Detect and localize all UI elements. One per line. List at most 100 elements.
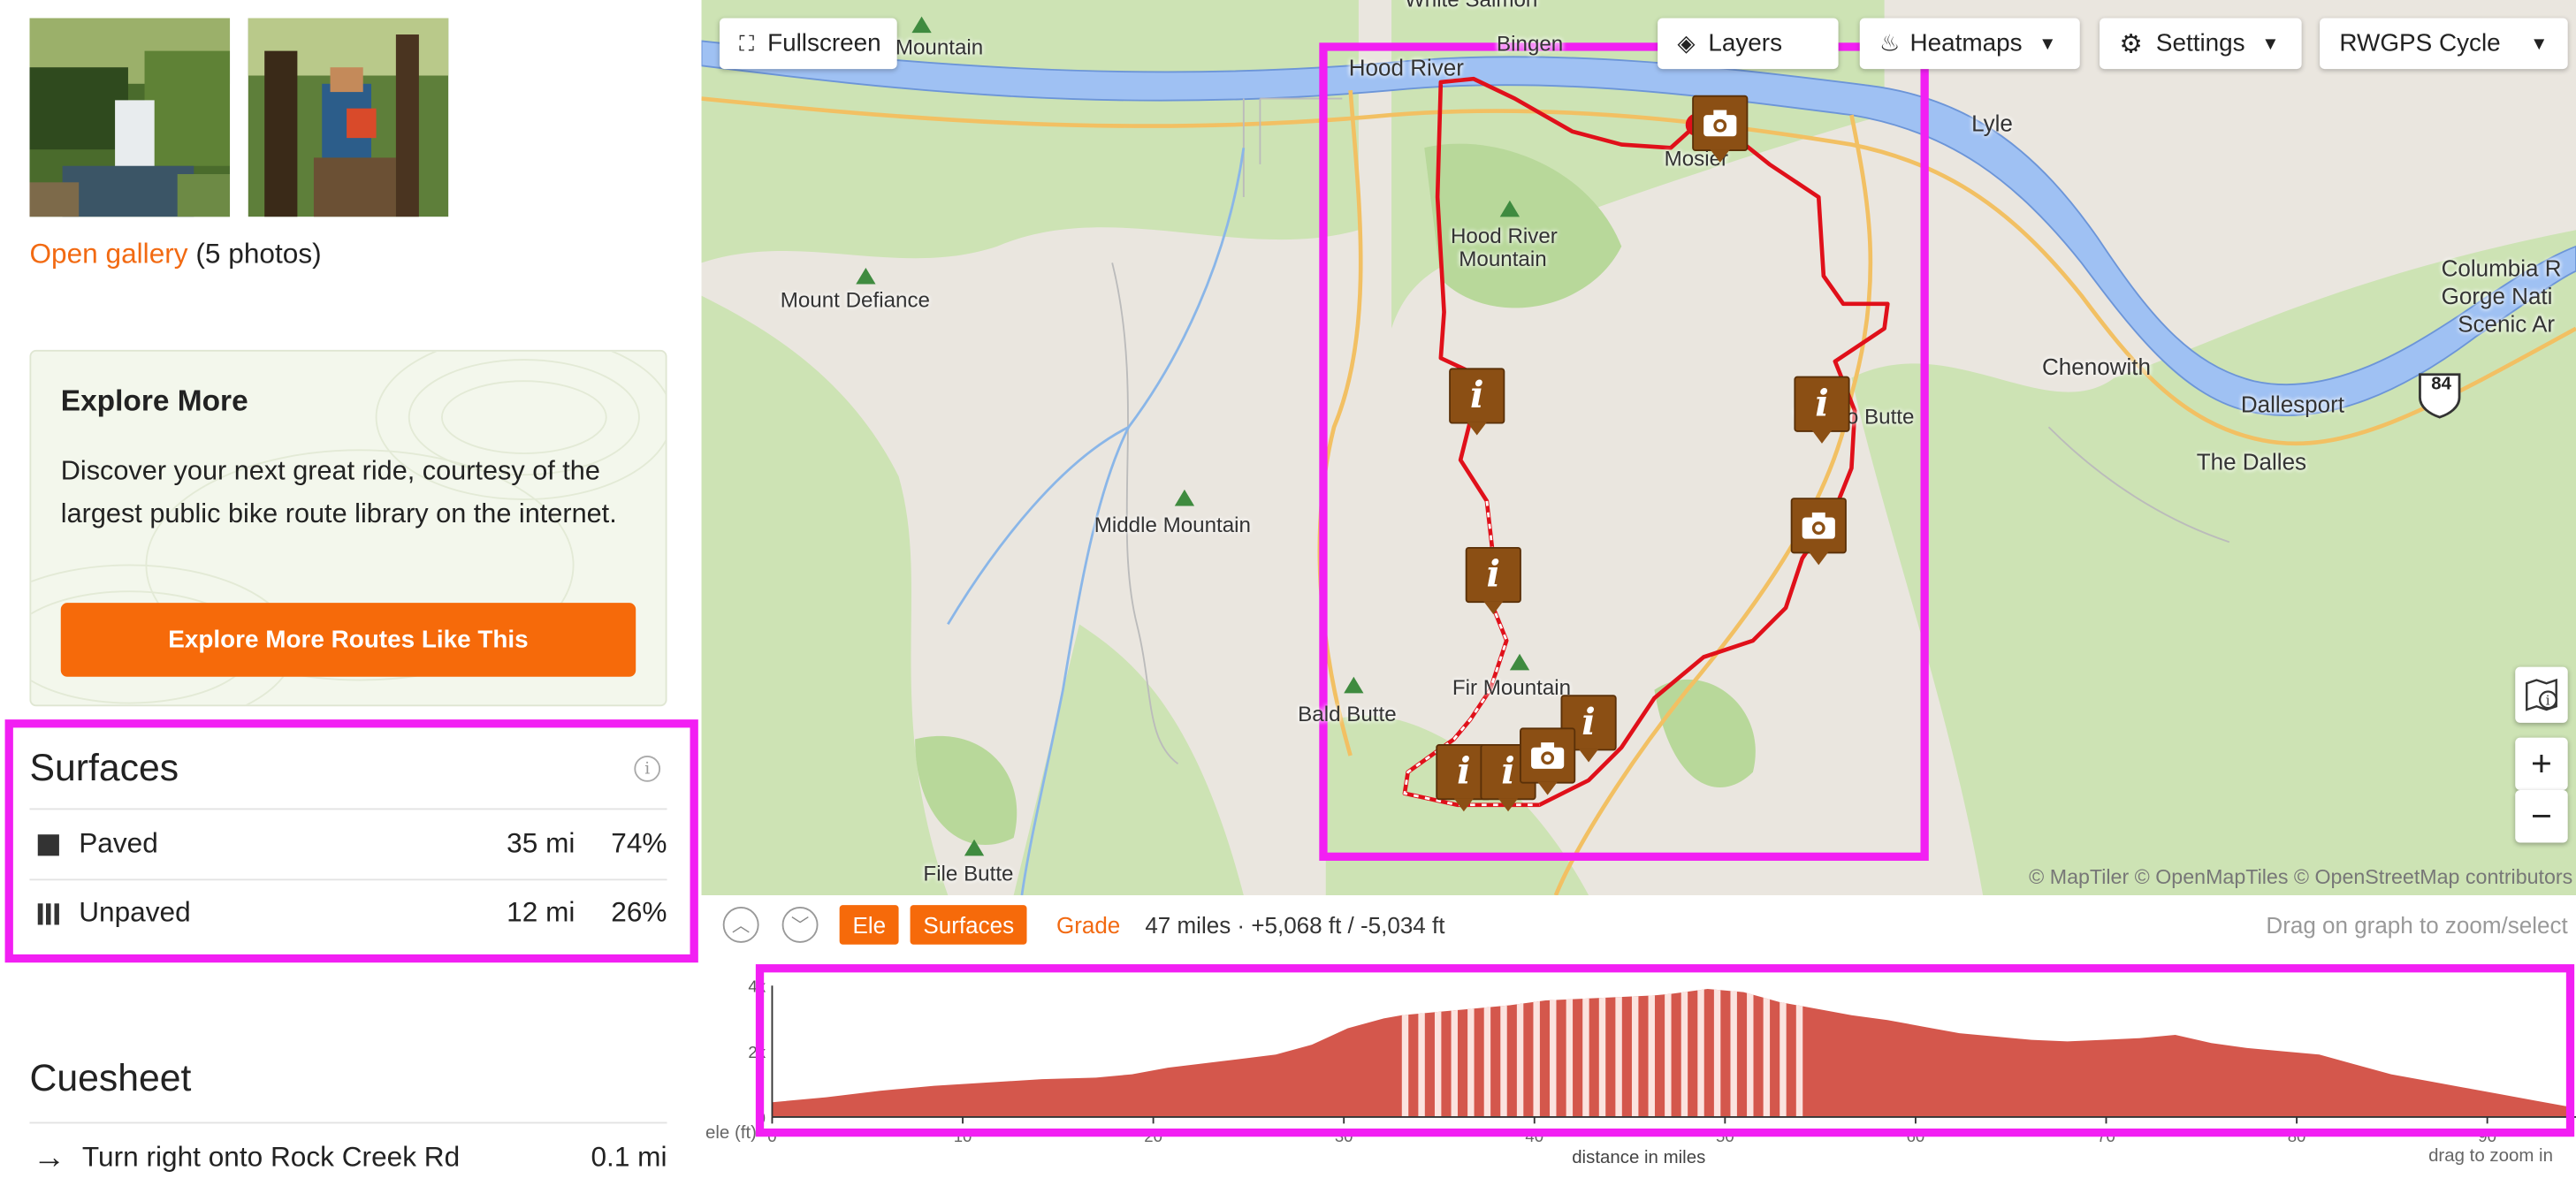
collapse-up-icon[interactable]: ︿ <box>722 907 759 943</box>
map-attribution[interactable]: © MapTiler © OpenMapTiles © OpenStreetMa… <box>2029 866 2572 889</box>
photo-count: (5 photos) <box>195 238 322 270</box>
explore-more-description: Discover your next great ride, courtesy … <box>60 456 617 529</box>
chevron-down-icon: ▼ <box>2530 34 2549 54</box>
zoom-out-button[interactable]: − <box>2515 790 2568 843</box>
unpaved-stripe <box>1516 988 1524 1117</box>
unpaved-stripe <box>1500 988 1507 1117</box>
surface-distance: 12 mi <box>507 896 575 929</box>
place-label: Middle Mountain <box>1094 512 1251 537</box>
camera-marker-icon[interactable] <box>1790 498 1847 566</box>
info-marker-icon[interactable]: i <box>1794 376 1850 444</box>
surface-percent: 74% <box>611 827 667 860</box>
surface-row-unpaved: Unpaved 12 mi 26% <box>29 878 667 947</box>
expand-down-icon[interactable]: ﹀ <box>781 907 819 943</box>
route-map[interactable]: Mountain White Salmon Bingen Hood River … <box>701 0 2576 896</box>
fullscreen-label: Fullscreen <box>767 29 881 58</box>
gear-icon: ⚙ <box>2119 30 2144 58</box>
x-tick-label: 70 <box>2097 1127 2115 1145</box>
y-axis-label: ele (ft) <box>705 1123 757 1144</box>
solid-square-icon <box>37 833 59 855</box>
unpaved-stripe <box>1697 988 1704 1117</box>
unpaved-stripe <box>1533 988 1540 1117</box>
map-style-select[interactable]: RWGPS Cycle ▼ <box>2320 18 2568 70</box>
place-label: Bald Butte <box>1298 701 1397 726</box>
unpaved-stripe <box>1467 988 1475 1117</box>
camera-marker-icon[interactable] <box>1692 95 1749 163</box>
svg-text:i: i <box>2546 692 2550 708</box>
unpaved-stripe <box>1665 988 1672 1117</box>
unpaved-stripe <box>1550 988 1557 1117</box>
map-style-label: RWGPS Cycle <box>2339 29 2501 58</box>
elevation-chart[interactable]: 0 2k 4k 0 10 20 30 40 50 60 70 80 90 ele (ft) distan… <box>702 966 2576 1186</box>
place-label: Gorge Nati <box>2441 282 2553 309</box>
place-label: Columbia R <box>2441 255 2562 281</box>
layers-label: Layers <box>1708 29 1783 58</box>
explore-more-title: Explore More <box>60 384 248 418</box>
tab-elevation[interactable]: Ele <box>839 905 899 945</box>
info-marker-icon[interactable]: i <box>1465 546 1521 615</box>
map-info-icon[interactable]: i <box>2515 666 2568 723</box>
cue-instruction: Turn right onto Rock Creek Rd <box>81 1141 461 1174</box>
camera-marker-icon[interactable] <box>1520 727 1576 795</box>
elevation-area <box>772 988 2572 1117</box>
y-tick-label: 4k <box>748 977 766 996</box>
x-tick-label: 30 <box>1335 1127 1353 1145</box>
unpaved-stripe <box>1648 988 1655 1117</box>
unpaved-stripe <box>1598 988 1606 1117</box>
x-tick-label: 80 <box>2288 1127 2306 1145</box>
surface-percent: 26% <box>611 896 667 929</box>
gallery-photo-waterfall[interactable] <box>29 18 231 217</box>
place-label: Mount Defiance <box>780 287 930 313</box>
info-marker-icon[interactable]: i <box>1449 368 1505 436</box>
cue-distance: 0.1 mi <box>591 1141 667 1174</box>
place-label: White Salmon <box>1405 0 1537 11</box>
place-label: Chenowith <box>2042 353 2151 380</box>
layers-button[interactable]: ◈ Layers <box>1658 18 1839 70</box>
unpaved-stripe <box>1747 988 1754 1117</box>
open-gallery-link[interactable]: Open gallery <box>29 239 187 270</box>
arrow-right-icon: → <box>33 1139 66 1175</box>
tab-grade[interactable]: Grade <box>1056 912 1120 939</box>
explore-more-card: Explore More Discover your next great ri… <box>29 349 667 707</box>
unpaved-stripe <box>1713 988 1721 1117</box>
place-label: Hood River <box>1348 54 1464 81</box>
drag-zoom-hint: drag to zoom in <box>2428 1146 2553 1167</box>
cuesheet-title: Cuesheet <box>29 1056 192 1099</box>
cue-item[interactable]: → Turn right onto Rock Creek Rd 0.1 mi <box>29 1123 667 1186</box>
unpaved-stripe <box>1434 988 1442 1117</box>
place-label: Hood River <box>1450 223 1558 248</box>
fullscreen-icon: ⛶ <box>739 30 755 56</box>
unpaved-stripe <box>1680 988 1688 1117</box>
place-label: Lyle <box>1971 110 2013 137</box>
place-label: Scenic Ar <box>2458 310 2556 338</box>
gallery-link-row: Open gallery (5 photos) <box>29 239 321 271</box>
surface-label: Paved <box>79 827 158 860</box>
x-tick-label: 60 <box>1907 1127 1925 1145</box>
layers-icon: ◈ <box>1677 29 1696 57</box>
surfaces-info-icon[interactable]: i <box>634 756 661 782</box>
x-tick-label: 40 <box>1525 1127 1543 1145</box>
surface-label: Unpaved <box>79 896 191 929</box>
place-label: The Dalles <box>2196 448 2307 475</box>
zoom-in-button[interactable]: + <box>2515 737 2568 791</box>
x-tick-label: 90 <box>2478 1127 2496 1145</box>
unpaved-stripe <box>1780 988 1787 1117</box>
unpaved-stripe <box>1566 988 1574 1117</box>
surfaces-title: Surfaces <box>29 745 179 789</box>
x-axis-label: distance in miles <box>1572 1148 1706 1168</box>
gallery-photo-hiker[interactable] <box>248 18 449 217</box>
place-label: Bingen <box>1497 31 1564 57</box>
tab-surfaces[interactable]: Surfaces <box>910 905 1027 945</box>
unpaved-stripe <box>1615 988 1622 1117</box>
place-label: Dallesport <box>2240 391 2345 418</box>
highway-number: 84 <box>2431 374 2451 395</box>
unpaved-stripe <box>1418 988 1425 1117</box>
explore-more-routes-button[interactable]: Explore More Routes Like This <box>60 603 636 677</box>
settings-button[interactable]: ⚙ Settings ▼ <box>2100 18 2302 70</box>
graph-hint: Drag on graph to zoom/select <box>2266 911 2568 939</box>
place-label: Mountain <box>1459 246 1547 271</box>
heatmaps-button[interactable]: ♨ Heatmaps ▼ <box>1859 18 2080 70</box>
surface-row-paved: Paved 35 mi 74% <box>29 810 667 878</box>
unpaved-stripe <box>1582 988 1589 1117</box>
fullscreen-button[interactable]: ⛶ Fullscreen <box>719 18 897 70</box>
